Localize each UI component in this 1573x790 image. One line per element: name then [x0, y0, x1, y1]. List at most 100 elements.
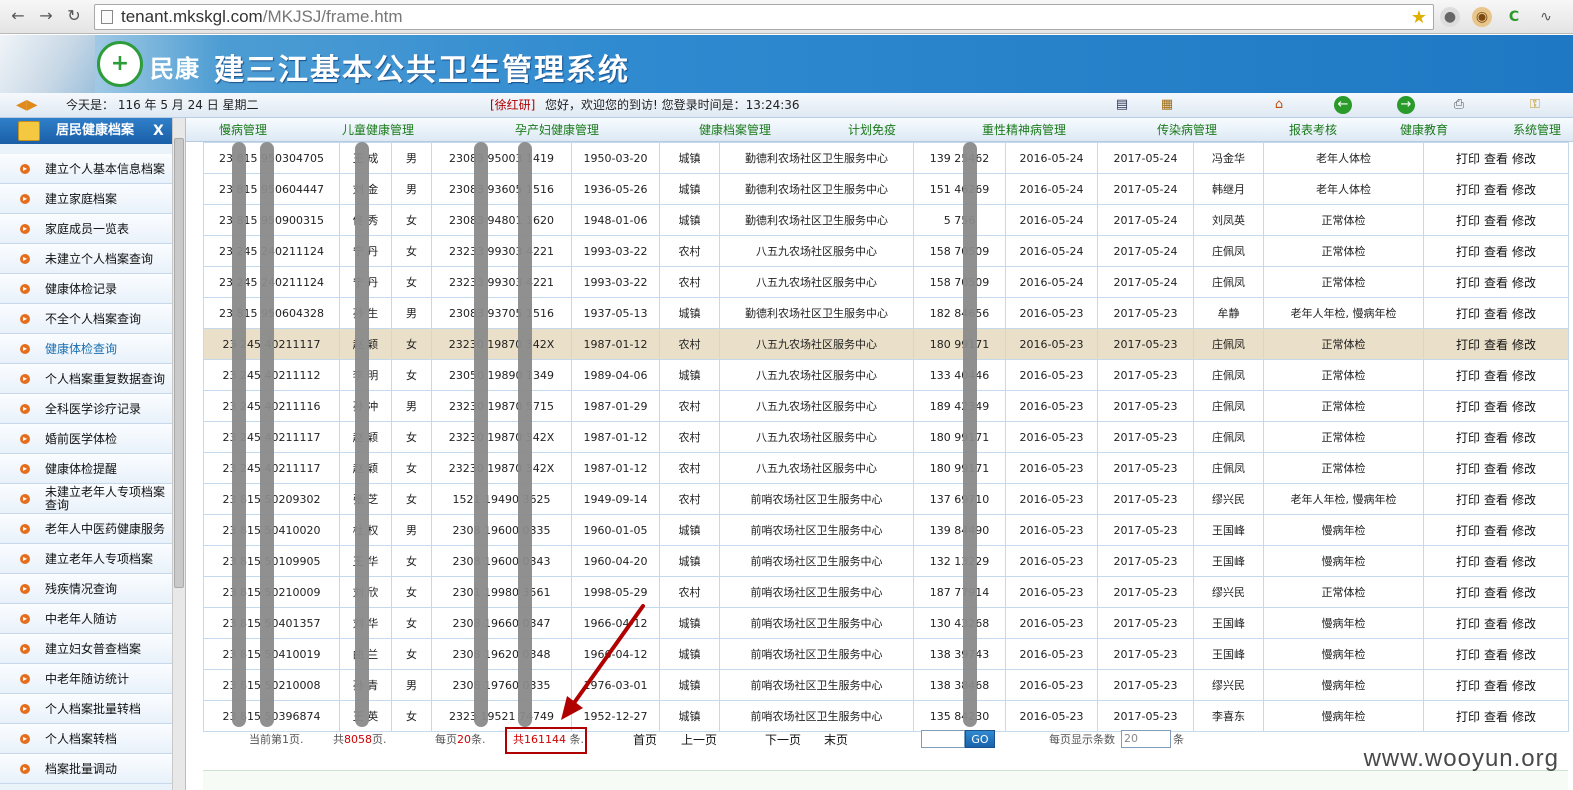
module-tab[interactable]: 慢病管理	[219, 118, 267, 142]
module-tab[interactable]: 重性精神病管理	[982, 118, 1066, 142]
edit-link[interactable]: 修改	[1512, 679, 1536, 693]
sidebar-item[interactable]: ▸ 个人档案转档	[0, 724, 172, 754]
edit-link[interactable]: 修改	[1512, 338, 1536, 352]
scrollbar-thumb[interactable]	[174, 138, 184, 588]
edit-link[interactable]: 修改	[1512, 307, 1536, 321]
edit-link[interactable]: 修改	[1512, 462, 1536, 476]
sidebar-item[interactable]: ▸ 建立个人基本信息档案	[0, 154, 172, 184]
sidebar-scrollbar[interactable]	[172, 118, 185, 790]
view-link[interactable]: 查看	[1484, 617, 1508, 631]
print-link[interactable]: 打印	[1456, 617, 1480, 631]
view-link[interactable]: 查看	[1484, 524, 1508, 538]
edit-link[interactable]: 修改	[1512, 400, 1536, 414]
edit-link[interactable]: 修改	[1512, 493, 1536, 507]
sidebar-item-active[interactable]: ▸ 健康体检查询	[0, 334, 172, 364]
bookmark-star-icon[interactable]: ★	[1411, 5, 1427, 29]
edit-link[interactable]: 修改	[1512, 617, 1536, 631]
sidebar-item[interactable]: ▸ 未建立老年人专项档案查询	[0, 484, 172, 514]
collapse-arrows-icon[interactable]: ◀▶	[16, 93, 38, 118]
view-link[interactable]: 查看	[1484, 648, 1508, 662]
edit-link[interactable]: 修改	[1512, 369, 1536, 383]
print-link[interactable]: 打印	[1456, 214, 1480, 228]
view-link[interactable]: 查看	[1484, 152, 1508, 166]
view-link[interactable]: 查看	[1484, 369, 1508, 383]
pulse-icon[interactable]: ∿	[1536, 7, 1556, 27]
print-link[interactable]: 打印	[1456, 586, 1480, 600]
view-link[interactable]: 查看	[1484, 586, 1508, 600]
module-tab[interactable]: 健康档案管理	[699, 118, 771, 142]
print-link[interactable]: 打印	[1456, 183, 1480, 197]
sidebar-item[interactable]: ▸ 中老年随访统计	[0, 664, 172, 694]
view-link[interactable]: 查看	[1484, 493, 1508, 507]
cookie-icon[interactable]: ◉	[1472, 7, 1492, 27]
edit-link[interactable]: 修改	[1512, 555, 1536, 569]
sidebar-item[interactable]: ▸ 未建立个人档案查询	[0, 244, 172, 274]
forward-icon[interactable]: →	[36, 6, 56, 26]
view-link[interactable]: 查看	[1484, 462, 1508, 476]
module-tab[interactable]: 计划免疫	[848, 118, 896, 142]
goto-page-input[interactable]	[921, 730, 965, 748]
sidebar-item[interactable]: ▸ 全科医学诊疗记录	[0, 394, 172, 424]
view-link[interactable]: 查看	[1484, 183, 1508, 197]
extension-c-icon[interactable]: C	[1504, 7, 1524, 27]
view-link[interactable]: 查看	[1484, 214, 1508, 228]
last-page-link[interactable]: 末页	[824, 727, 848, 753]
go-button[interactable]: GO	[965, 730, 995, 748]
prev-page-link[interactable]: 上一页	[681, 727, 717, 753]
edit-link[interactable]: 修改	[1512, 586, 1536, 600]
print-link[interactable]: 打印	[1456, 338, 1480, 352]
print-link[interactable]: 打印	[1456, 245, 1480, 259]
globe-icon[interactable]: ●	[1440, 7, 1460, 27]
edit-link[interactable]: 修改	[1512, 524, 1536, 538]
sidebar-item[interactable]: ▸ 建立妇女普查档案	[0, 634, 172, 664]
edit-link[interactable]: 修改	[1512, 276, 1536, 290]
print-link[interactable]: 打印	[1456, 307, 1480, 321]
print-link[interactable]: 打印	[1456, 679, 1480, 693]
print-link[interactable]: 打印	[1456, 493, 1480, 507]
edit-link[interactable]: 修改	[1512, 648, 1536, 662]
reload-icon[interactable]: ↻	[64, 6, 84, 26]
print-link[interactable]: 打印	[1456, 462, 1480, 476]
module-tab[interactable]: 儿童健康管理	[342, 118, 414, 142]
print-link[interactable]: 打印	[1456, 152, 1480, 166]
key-icon[interactable]: ⚿	[1526, 96, 1544, 114]
module-tab[interactable]: 报表考核	[1289, 118, 1337, 142]
view-link[interactable]: 查看	[1484, 400, 1508, 414]
edit-link[interactable]: 修改	[1512, 710, 1536, 724]
notebook-icon[interactable]: ▦	[1158, 96, 1176, 114]
next-page-link[interactable]: 下一页	[765, 727, 801, 753]
sidebar-item[interactable]: ▸ 建立老年人专项档案	[0, 544, 172, 574]
sidebar-item[interactable]: ▸ 残疾情况查询	[0, 574, 172, 604]
forward-arrow-icon[interactable]: →	[1397, 96, 1415, 114]
back-icon[interactable]: ←	[8, 6, 28, 26]
printer-icon[interactable]: ⎙	[1450, 96, 1468, 114]
view-link[interactable]: 查看	[1484, 307, 1508, 321]
address-bar[interactable]: tenant.mkskgl.com/MKJSJ/frame.htm ★	[94, 4, 1434, 30]
print-link[interactable]: 打印	[1456, 431, 1480, 445]
sidebar-item[interactable]: ▸ 中老年人随访	[0, 604, 172, 634]
view-link[interactable]: 查看	[1484, 431, 1508, 445]
first-page-link[interactable]: 首页	[633, 727, 657, 753]
sidebar-item[interactable]: ▸ 健康体检提醒	[0, 454, 172, 484]
sidebar-item[interactable]: ▸ 老年人中医药健康服务	[0, 514, 172, 544]
view-link[interactable]: 查看	[1484, 338, 1508, 352]
view-link[interactable]: 查看	[1484, 555, 1508, 569]
view-link[interactable]: 查看	[1484, 245, 1508, 259]
sidebar-item[interactable]: ▸ 健康体检记录	[0, 274, 172, 304]
sidebar-item[interactable]: ▸ 个人档案重复数据查询	[0, 364, 172, 394]
print-link[interactable]: 打印	[1456, 555, 1480, 569]
print-link[interactable]: 打印	[1456, 369, 1480, 383]
view-link[interactable]: 查看	[1484, 679, 1508, 693]
print-link[interactable]: 打印	[1456, 400, 1480, 414]
print-link[interactable]: 打印	[1456, 648, 1480, 662]
sidebar-item[interactable]: ▸ 婚前医学体检	[0, 424, 172, 454]
print-link[interactable]: 打印	[1456, 710, 1480, 724]
edit-link[interactable]: 修改	[1512, 183, 1536, 197]
view-link[interactable]: 查看	[1484, 710, 1508, 724]
module-tab[interactable]: 孕产妇健康管理	[515, 118, 599, 142]
back-arrow-icon[interactable]: ←	[1334, 96, 1352, 114]
sidebar-item[interactable]: ▸ 建立家庭档案	[0, 184, 172, 214]
edit-link[interactable]: 修改	[1512, 152, 1536, 166]
sidebar-item[interactable]: ▸ 个人档案批量转档	[0, 694, 172, 724]
sidebar-item[interactable]: ▸ 不全个人档案查询	[0, 304, 172, 334]
